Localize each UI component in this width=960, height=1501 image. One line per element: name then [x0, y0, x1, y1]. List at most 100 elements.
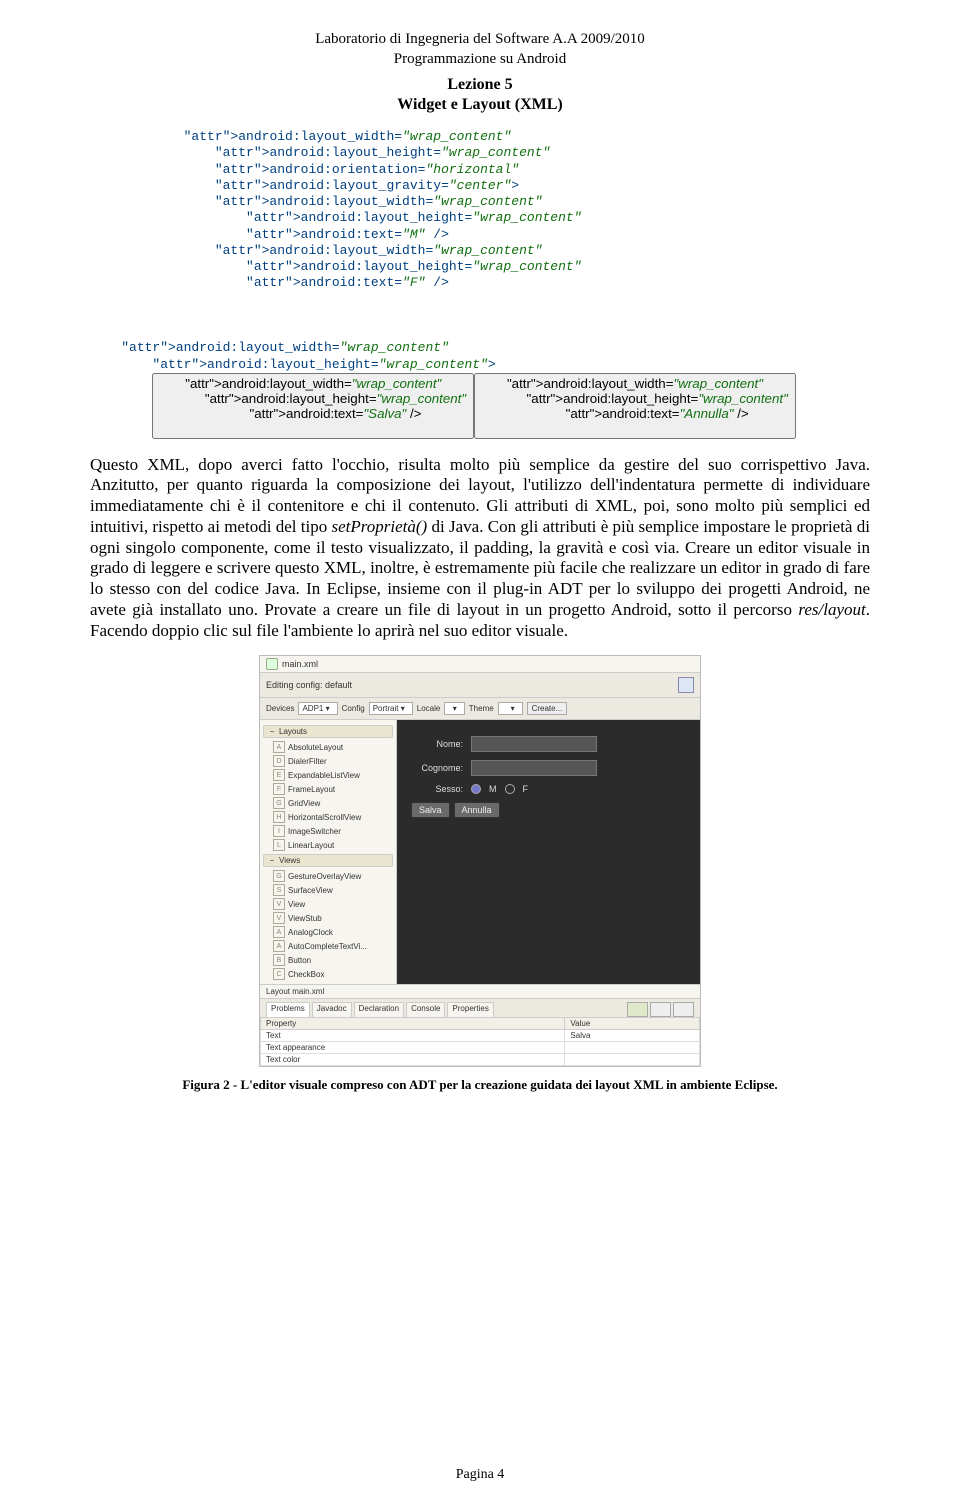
- widget-icon: I: [273, 825, 285, 837]
- palette-view-label: AnalogClock: [288, 928, 333, 937]
- palette-group-views[interactable]: −Views: [263, 854, 393, 867]
- prop-text-color-value[interactable]: [565, 1054, 700, 1066]
- collapse-icon: −: [268, 727, 276, 736]
- editor-tab-label[interactable]: main.xml: [282, 659, 318, 669]
- header-line2: Programmazione su Android: [394, 51, 566, 67]
- prop-text-value[interactable]: Salva: [565, 1030, 700, 1042]
- editor-device-row: Devices ADP1 ▾ Config Portrait ▾ Locale …: [260, 698, 700, 720]
- figure-caption: Figura 2 - L'editor visuale compreso con…: [90, 1077, 870, 1093]
- col-value: Value: [565, 1018, 700, 1030]
- prop-text[interactable]: Text: [261, 1030, 565, 1042]
- page-number: Pagina 4: [0, 1467, 960, 1483]
- radio-f[interactable]: [505, 784, 515, 794]
- tab-javadoc[interactable]: Javadoc: [312, 1002, 352, 1017]
- palette-panel: −Layouts AAbsoluteLayoutDDialerFilterEEx…: [260, 720, 397, 984]
- config-label: Config: [342, 704, 365, 713]
- widget-icon: F: [273, 783, 285, 795]
- form-label-nome: Nome:: [411, 739, 463, 749]
- cognome-input[interactable]: [471, 760, 597, 776]
- bottom-views-tabs: Problems Javadoc Declaration Console Pro…: [260, 998, 700, 1017]
- code-ref-setproprieta: setProprietà(): [332, 517, 428, 536]
- widget-icon: B: [273, 954, 285, 966]
- collapse-icon: −: [268, 856, 276, 865]
- palette-view-label: GestureOverlayView: [288, 872, 361, 881]
- radio-f-label: F: [523, 784, 529, 794]
- theme-select[interactable]: ▾: [498, 702, 523, 715]
- palette-view-item[interactable]: VViewStub: [263, 911, 393, 925]
- section-line2: Widget e Layout (XML): [397, 96, 562, 113]
- tab-properties[interactable]: Properties: [447, 1002, 493, 1017]
- palette-layout-item[interactable]: AAbsoluteLayout: [263, 740, 393, 754]
- device-select[interactable]: ADP1 ▾: [298, 702, 337, 715]
- palette-view-label: AutoCompleteTextVi...: [288, 942, 367, 951]
- editor-tab-bar: main.xml: [260, 656, 700, 673]
- palette-layout-item[interactable]: HHorizontalScrollView: [263, 810, 393, 824]
- palette-layout-item[interactable]: GGridView: [263, 796, 393, 810]
- widget-icon: A: [273, 741, 285, 753]
- dropdown-arrow-icon: ▾: [401, 704, 409, 712]
- menu-icon[interactable]: [673, 1002, 694, 1017]
- palette-layout-label: HorizontalScrollView: [288, 813, 361, 822]
- palette-view-item[interactable]: AAnalogClock: [263, 925, 393, 939]
- palette-layout-label: AbsoluteLayout: [288, 743, 343, 752]
- nome-input[interactable]: [471, 736, 597, 752]
- widget-icon: D: [273, 755, 285, 767]
- palette-layout-label: FrameLayout: [288, 785, 335, 794]
- salva-button[interactable]: Salva: [411, 802, 450, 818]
- palette-view-item[interactable]: CCheckBox: [263, 967, 393, 981]
- prop-text-color[interactable]: Text color: [261, 1054, 565, 1066]
- palette-view-label: View: [288, 900, 305, 909]
- widget-icon: A: [273, 940, 285, 952]
- palette-view-item[interactable]: SSurfaceView: [263, 883, 393, 897]
- widget-icon: E: [273, 769, 285, 781]
- widget-icon: H: [273, 811, 285, 823]
- header-line1: Laboratorio di Ingegneria del Software A…: [315, 31, 645, 47]
- palette-layout-item[interactable]: DDialerFilter: [263, 754, 393, 768]
- palette-layout-label: LinearLayout: [288, 841, 334, 850]
- palette-view-label: Button: [288, 956, 311, 965]
- tab-icon: [266, 658, 278, 670]
- editor-config-row: Editing config: default: [260, 673, 700, 698]
- xml-code-block: "attr">android:layout_width="wrap_conten…: [90, 129, 870, 439]
- widget-icon: G: [273, 797, 285, 809]
- eclipse-editor-screenshot: main.xml Editing config: default Devices…: [259, 655, 701, 1067]
- palette-view-item[interactable]: AAutoCompleteTextVi...: [263, 939, 393, 953]
- widget-icon: V: [273, 898, 285, 910]
- tab-problems[interactable]: Problems: [266, 1002, 310, 1017]
- widget-icon: L: [273, 839, 285, 851]
- list-view-icon[interactable]: [650, 1002, 671, 1017]
- tree-view-icon[interactable]: [627, 1002, 648, 1017]
- palette-view-label: SurfaceView: [288, 886, 333, 895]
- section-title: Lezione 5 Widget e Layout (XML): [90, 75, 870, 115]
- palette-layout-item[interactable]: LLinearLayout: [263, 838, 393, 852]
- annulla-button[interactable]: Annulla: [454, 802, 500, 818]
- config-action-icon[interactable]: [678, 677, 694, 693]
- palette-layout-label: DialerFilter: [288, 757, 327, 766]
- palette-view-item[interactable]: BButton: [263, 953, 393, 967]
- prop-text-appearance[interactable]: Text appearance: [261, 1042, 565, 1054]
- dropdown-arrow-icon: ▾: [511, 704, 519, 712]
- palette-layout-label: ExpandableListView: [288, 771, 360, 780]
- design-canvas[interactable]: Nome: Cognome: Sesso: M F Salva Annu: [397, 720, 700, 984]
- section-line1: Lezione 5: [447, 76, 512, 93]
- palette-layout-item[interactable]: EExpandableListView: [263, 768, 393, 782]
- config-select[interactable]: Portrait ▾: [369, 702, 413, 715]
- palette-group-layouts[interactable]: −Layouts: [263, 725, 393, 738]
- radio-m[interactable]: [471, 784, 481, 794]
- radio-m-label: M: [489, 784, 497, 794]
- locale-label: Locale: [417, 704, 441, 713]
- palette-layout-item[interactable]: FFrameLayout: [263, 782, 393, 796]
- palette-view-item[interactable]: VView: [263, 897, 393, 911]
- palette-view-item[interactable]: GGestureOverlayView: [263, 869, 393, 883]
- create-button[interactable]: Create...: [527, 702, 568, 715]
- form-label-sesso: Sesso:: [411, 784, 463, 794]
- widget-icon: A: [273, 926, 285, 938]
- col-property: Property: [261, 1018, 565, 1030]
- palette-layout-item[interactable]: IImageSwitcher: [263, 824, 393, 838]
- prop-text-appearance-value[interactable]: [565, 1042, 700, 1054]
- widget-icon: G: [273, 870, 285, 882]
- dropdown-arrow-icon: ▾: [326, 704, 334, 712]
- tab-console[interactable]: Console: [406, 1002, 445, 1017]
- tab-declaration[interactable]: Declaration: [354, 1002, 404, 1017]
- locale-select[interactable]: ▾: [444, 702, 464, 715]
